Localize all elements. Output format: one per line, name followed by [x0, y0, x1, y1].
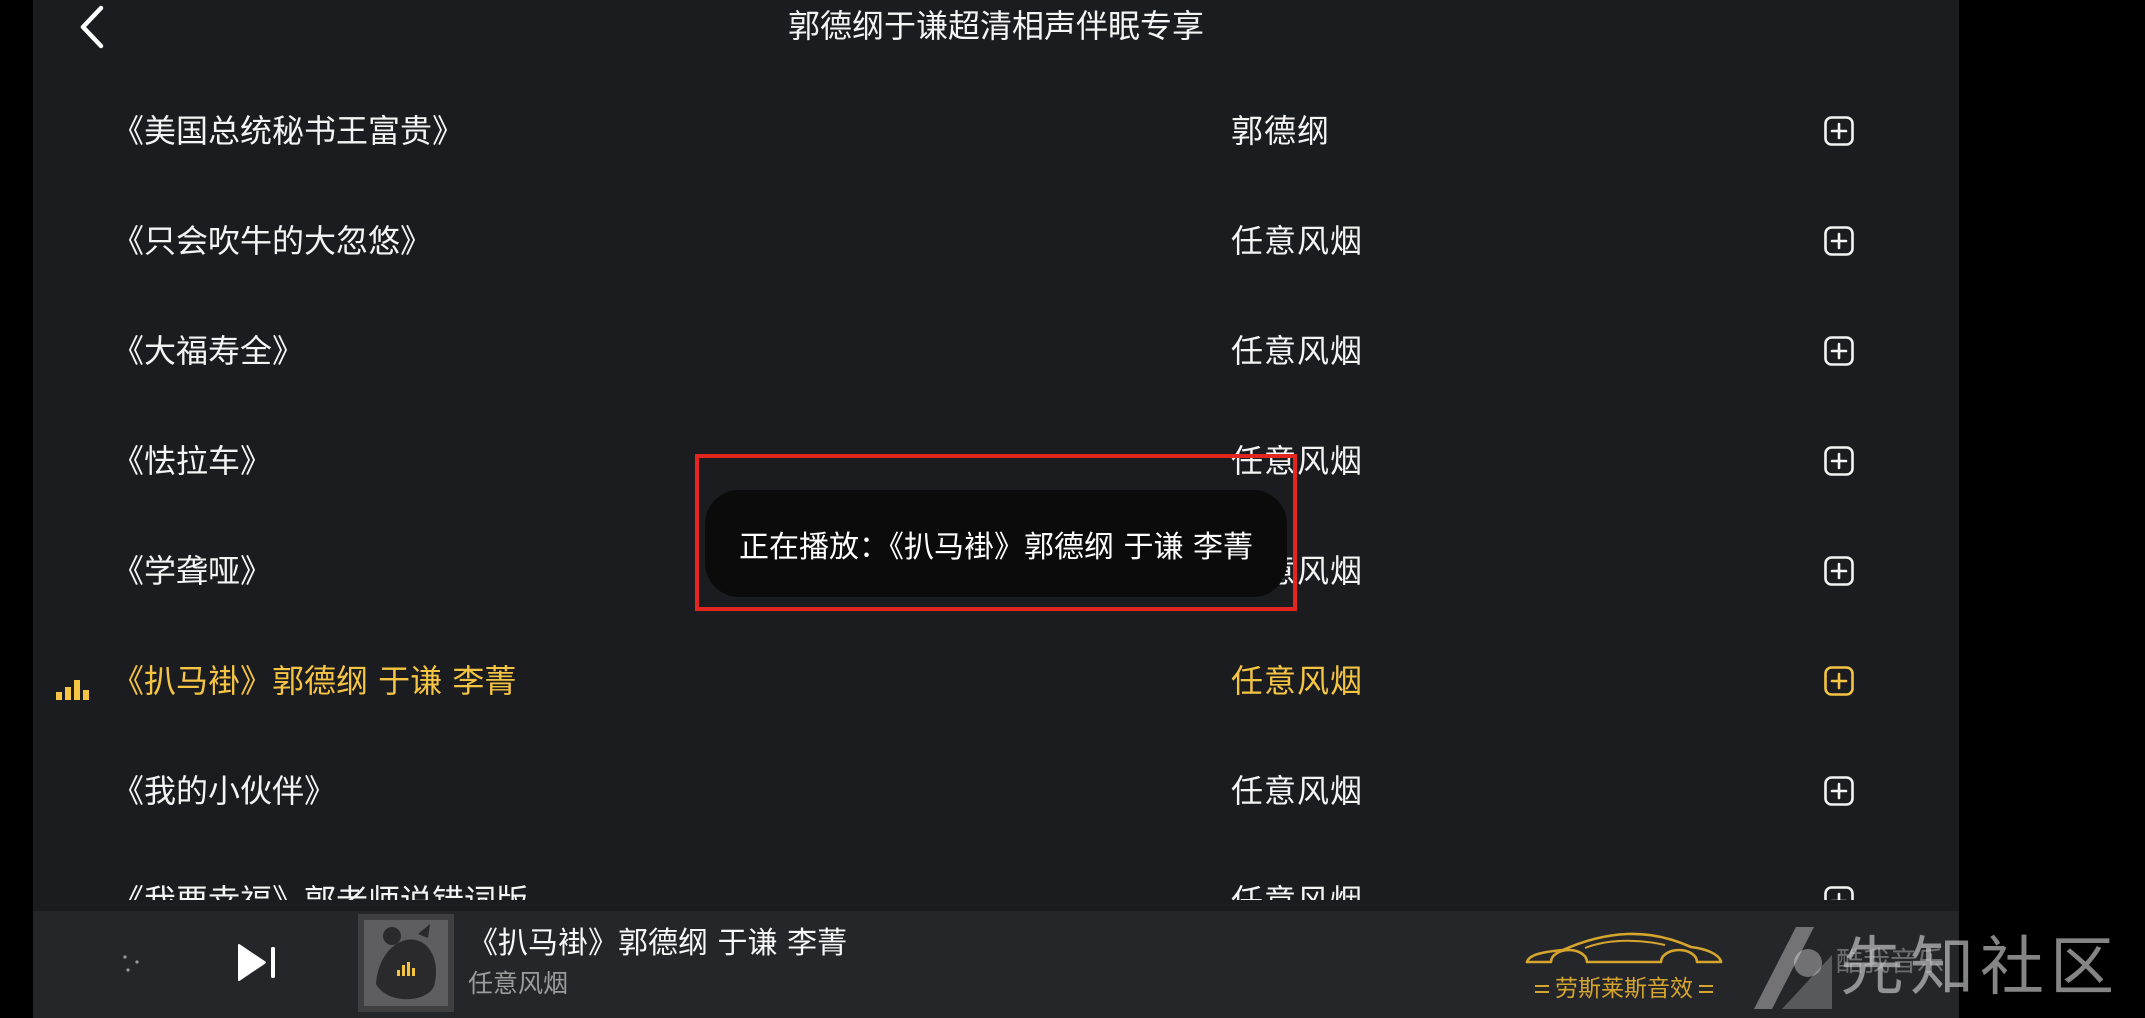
add-square-icon	[1824, 226, 1854, 256]
track-title: 《美国总统秘书王富贵》	[112, 112, 465, 150]
next-track-button[interactable]	[235, 941, 279, 984]
track-row[interactable]: 《美国总统秘书王富贵》 郭德纲	[33, 76, 1959, 186]
header: 郭德纲于谦超清相声伴眠专享	[33, 0, 1959, 60]
loading-dots-icon	[123, 955, 139, 972]
track-row[interactable]: 《扒马褂》郭德纲 于谦 李菁 任意风烟	[33, 626, 1959, 736]
track-row[interactable]: 《我的小伙伴》 任意风烟	[33, 736, 1959, 846]
track-title: 《我要幸福》郭老师说错词版	[112, 846, 528, 900]
equalizer-bar	[65, 687, 71, 700]
add-square-icon	[1824, 556, 1854, 586]
add-square-icon	[1824, 886, 1854, 900]
watermark-logo-icon	[1754, 927, 1832, 1009]
add-to-playlist-button[interactable]	[1824, 776, 1854, 806]
track-artist: 任意风烟	[1231, 772, 1364, 810]
add-square-icon	[1824, 446, 1854, 476]
album-art-icon	[358, 914, 454, 1012]
add-to-playlist-button[interactable]	[1824, 446, 1854, 476]
add-square-icon	[1824, 116, 1854, 146]
track-title: 《学聋哑》	[112, 552, 273, 590]
next-track-icon	[238, 944, 275, 981]
track-title: 《只会吹牛的大忽悠》	[112, 222, 433, 260]
page-title: 郭德纲于谦超清相声伴眠专享	[787, 7, 1204, 45]
track-title: 《怯拉车》	[112, 442, 273, 480]
mini-player-title[interactable]: 《扒马褂》郭德纲 于谦 李菁	[468, 924, 847, 964]
track-title: 《大福寿全》	[112, 332, 305, 370]
track-row[interactable]: 《我要幸福》郭老师说错词版 任意风烟	[33, 846, 1959, 900]
sound-effect-button[interactable]: 劳斯莱斯音效	[1523, 926, 1725, 1006]
equalizer-bar	[56, 692, 62, 700]
watermark-text: 先知社区	[1840, 931, 2120, 1005]
track-artist: 郭德纲	[1231, 112, 1331, 150]
decorative-lines	[1699, 985, 1713, 993]
add-to-playlist-button[interactable]	[1824, 556, 1854, 586]
equalizer-bar	[83, 690, 89, 700]
track-title: 《我的小伙伴》	[112, 772, 337, 810]
track-artist: 任意风烟	[1231, 662, 1364, 700]
car-icon	[1525, 932, 1723, 964]
sound-effect-label-row: 劳斯莱斯音效	[1523, 974, 1725, 1004]
equalizer-bars-icon	[56, 680, 90, 700]
add-square-icon	[1824, 776, 1854, 806]
add-to-playlist-button[interactable]	[1824, 886, 1854, 900]
add-square-icon	[1824, 666, 1854, 696]
app-logo-icon	[1794, 949, 1822, 977]
add-to-playlist-button[interactable]	[1824, 116, 1854, 146]
track-row[interactable]: 《只会吹牛的大忽悠》 任意风烟	[33, 186, 1959, 296]
equalizer-bar	[74, 680, 80, 700]
track-row[interactable]: 《大福寿全》 任意风烟	[33, 296, 1959, 406]
track-artist: 任意风烟	[1231, 332, 1364, 370]
album-cover[interactable]	[358, 914, 454, 1012]
add-to-playlist-button[interactable]	[1824, 226, 1854, 256]
mini-player: 《扒马褂》郭德纲 于谦 李菁 任意风烟 劳斯莱斯音效	[33, 911, 1959, 1018]
mini-player-artist: 任意风烟	[468, 969, 569, 998]
track-title: 《扒马褂》郭德纲 于谦 李菁	[112, 662, 517, 700]
add-square-icon	[1824, 336, 1854, 366]
add-to-playlist-button[interactable]	[1824, 336, 1854, 366]
decorative-lines	[1535, 985, 1549, 993]
add-to-playlist-button[interactable]	[1824, 666, 1854, 696]
highlight-box	[695, 454, 1297, 611]
track-artist: 任意风烟	[1231, 846, 1363, 900]
track-artist: 任意风烟	[1231, 222, 1364, 260]
sound-effect-label: 劳斯莱斯音效	[1555, 976, 1693, 1002]
